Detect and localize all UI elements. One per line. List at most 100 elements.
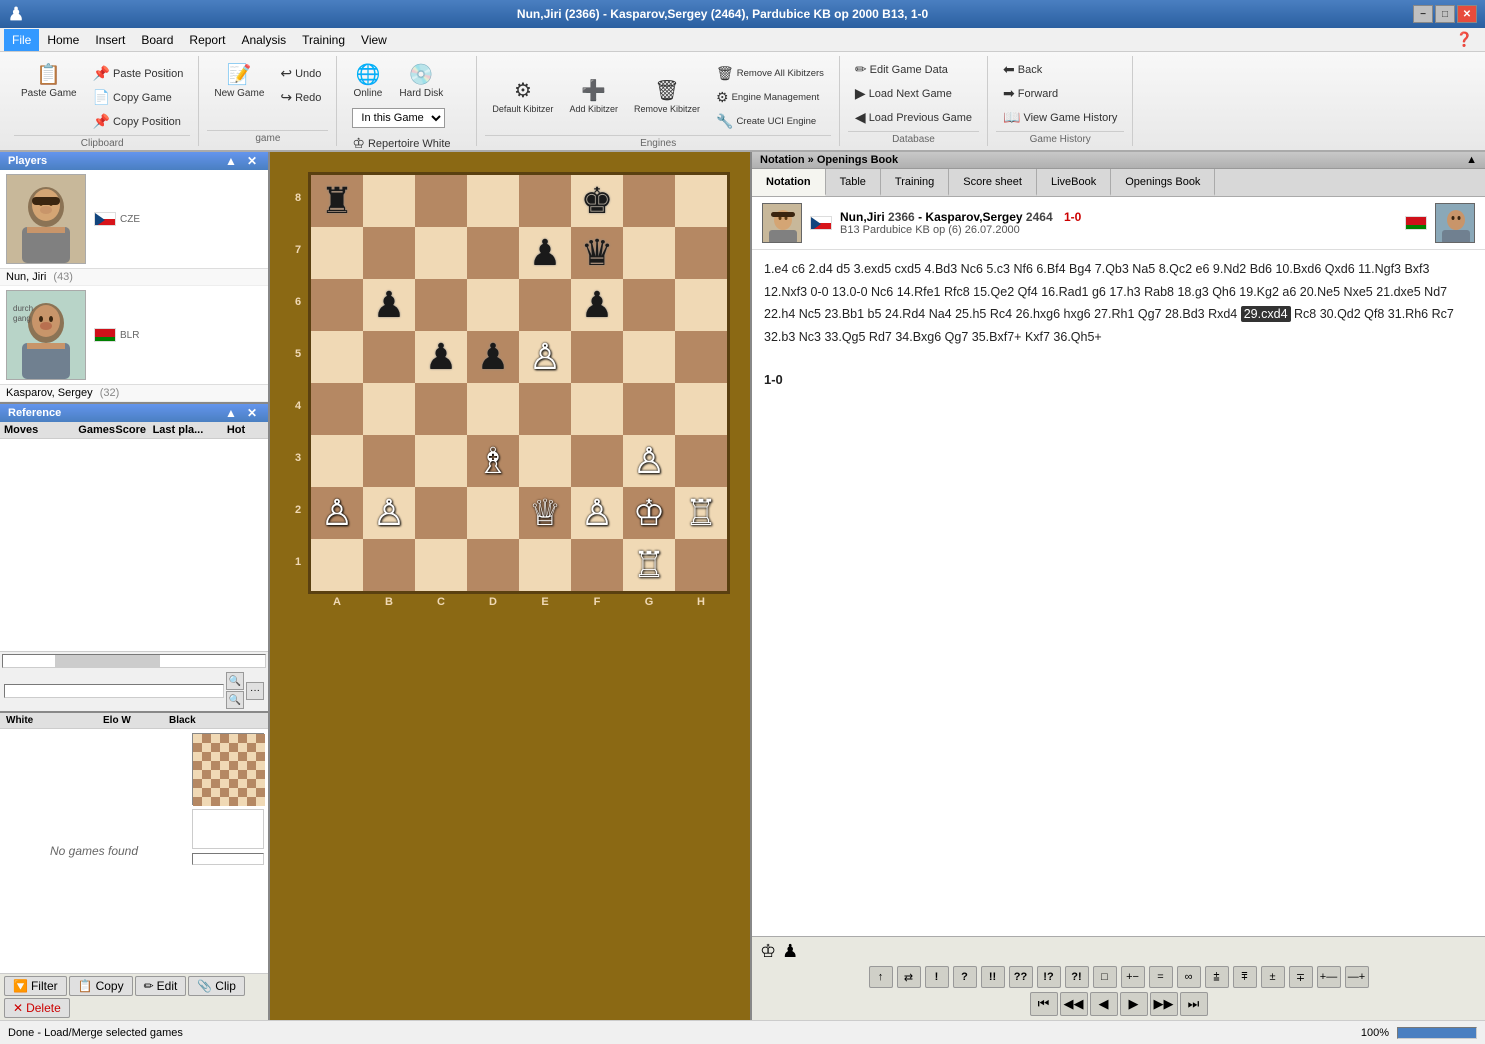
sym-bad[interactable]: ? (953, 966, 977, 988)
sq-d5[interactable] (467, 331, 519, 383)
sq-a4[interactable] (311, 383, 363, 435)
engine-management-button[interactable]: ⚙ Engine Management (709, 86, 831, 109)
sq-f5[interactable] (571, 331, 623, 383)
sq-f2[interactable] (571, 487, 623, 539)
menu-training[interactable]: Training (294, 29, 353, 51)
sq-b2[interactable] (363, 487, 415, 539)
sym-brilliant[interactable]: !! (981, 966, 1005, 988)
paste-game-button[interactable]: 📋 Paste Game (14, 58, 84, 103)
sq-b8[interactable] (363, 175, 415, 227)
sym-flip[interactable]: ⇄ (897, 966, 921, 988)
notation-expand-btn[interactable]: ▲ (1466, 154, 1477, 166)
menu-analysis[interactable]: Analysis (233, 29, 294, 51)
sym-only[interactable]: □ (1093, 966, 1117, 988)
help-icon[interactable]: ❓ (1448, 31, 1481, 48)
sq-e1[interactable] (519, 539, 571, 591)
forward-button[interactable]: ➡ Forward (996, 82, 1124, 105)
nav-back-var[interactable]: ◀◀ (1060, 992, 1088, 1016)
sq-g5[interactable] (623, 331, 675, 383)
zoom-out-btn[interactable]: 🔍 (226, 691, 244, 709)
sq-g4[interactable] (623, 383, 675, 435)
sq-b3[interactable] (363, 435, 415, 487)
sym-interesting[interactable]: !? (1037, 966, 1061, 988)
sym-slight-white[interactable]: ⩲ (1205, 966, 1229, 988)
position-scope-dropdown[interactable]: In this Game (352, 108, 445, 128)
undo-button[interactable]: ↩ Undo (273, 62, 328, 85)
close-button[interactable]: ✕ (1457, 5, 1477, 23)
edit-game-data-button[interactable]: ✏ Edit Game Data (848, 58, 979, 81)
sq-f1[interactable] (571, 539, 623, 591)
sq-c5[interactable] (415, 331, 467, 383)
chess-board[interactable] (308, 172, 730, 594)
back-button[interactable]: ⬅ Back (996, 58, 1124, 81)
menu-home[interactable]: Home (39, 29, 87, 51)
nav-start[interactable]: ⏮ (1030, 992, 1058, 1016)
default-kibitzer-button[interactable]: ⚙ Default Kibitzer (485, 58, 560, 133)
sq-d6[interactable] (467, 279, 519, 331)
sq-e5[interactable] (519, 331, 571, 383)
remove-kibitzer-button[interactable]: 🗑 Remove Kibitzer (627, 58, 707, 133)
tab-livebook[interactable]: LiveBook (1037, 169, 1111, 196)
copy-position-button[interactable]: 📌 Copy Position (86, 110, 191, 133)
sym-good[interactable]: ! (925, 966, 949, 988)
paste-position-button[interactable]: 📌 Paste Position (86, 62, 191, 85)
nav-fwd-var[interactable]: ▶▶ (1150, 992, 1178, 1016)
online-button[interactable]: 🌐 Online (345, 58, 390, 103)
more-btn[interactable]: ··· (246, 682, 264, 700)
load-prev-game-button[interactable]: ◀ Load Previous Game (848, 106, 979, 129)
sq-f3[interactable] (571, 435, 623, 487)
sq-f7[interactable] (571, 227, 623, 279)
nav-end[interactable]: ⏭ (1180, 992, 1208, 1016)
sym-dubious[interactable]: ?! (1065, 966, 1089, 988)
add-kibitzer-button[interactable]: ➕ Add Kibitzer (562, 58, 625, 133)
sq-a8[interactable] (311, 175, 363, 227)
sq-d7[interactable] (467, 227, 519, 279)
sq-a2[interactable] (311, 487, 363, 539)
sq-a1[interactable] (311, 539, 363, 591)
sym-equal[interactable]: = (1149, 966, 1173, 988)
ref-hscrollbar[interactable] (2, 654, 266, 668)
players-close-btn[interactable]: ✕ (244, 154, 260, 168)
sq-b5[interactable] (363, 331, 415, 383)
sq-f4[interactable] (571, 383, 623, 435)
sym-win-black[interactable]: —+ (1345, 966, 1369, 988)
zoom-in-btn[interactable]: 🔍 (226, 672, 244, 690)
moves-area[interactable]: 1.e4 c6 2.d4 d5 3.exd5 cxd5 4.Bd3 Nc6 5.… (752, 250, 1485, 936)
delete-button[interactable]: ✕ Delete (4, 998, 70, 1018)
sq-d1[interactable] (467, 539, 519, 591)
sym-unclear[interactable]: ∞ (1177, 966, 1201, 988)
sq-b6[interactable] (363, 279, 415, 331)
sq-h3[interactable] (675, 435, 727, 487)
sq-c3[interactable] (415, 435, 467, 487)
tab-openings-book[interactable]: Openings Book (1111, 169, 1215, 196)
remove-all-kibitzers-button[interactable]: 🗑 Remove All Kibitzers (709, 62, 831, 85)
hard-disk-button[interactable]: 💿 Hard Disk (392, 58, 450, 103)
sym-better-black[interactable]: ∓ (1289, 966, 1313, 988)
sq-a5[interactable] (311, 331, 363, 383)
edit-button[interactable]: ✏ Edit (135, 976, 187, 996)
zoom-slider[interactable] (1397, 1027, 1477, 1039)
clip-button[interactable]: 📎 Clip (188, 976, 245, 996)
highlighted-move[interactable]: 29.cxd4 (1241, 306, 1291, 322)
sq-a6[interactable] (311, 279, 363, 331)
sq-f8[interactable] (571, 175, 623, 227)
sq-e2[interactable] (519, 487, 571, 539)
tab-notation[interactable]: Notation (752, 169, 826, 196)
sq-g1[interactable] (623, 539, 675, 591)
sq-a7[interactable] (311, 227, 363, 279)
sq-c4[interactable] (415, 383, 467, 435)
sq-h2[interactable] (675, 487, 727, 539)
tab-training[interactable]: Training (881, 169, 949, 196)
sq-g7[interactable] (623, 227, 675, 279)
sq-h5[interactable] (675, 331, 727, 383)
sq-h8[interactable] (675, 175, 727, 227)
sq-b1[interactable] (363, 539, 415, 591)
tab-score-sheet[interactable]: Score sheet (949, 169, 1037, 196)
sym-check[interactable]: ↑ (869, 966, 893, 988)
menu-board[interactable]: Board (133, 29, 181, 51)
sq-h6[interactable] (675, 279, 727, 331)
maximize-button[interactable]: □ (1435, 5, 1455, 23)
sq-g2[interactable] (623, 487, 675, 539)
sq-d2[interactable] (467, 487, 519, 539)
sq-g3[interactable] (623, 435, 675, 487)
